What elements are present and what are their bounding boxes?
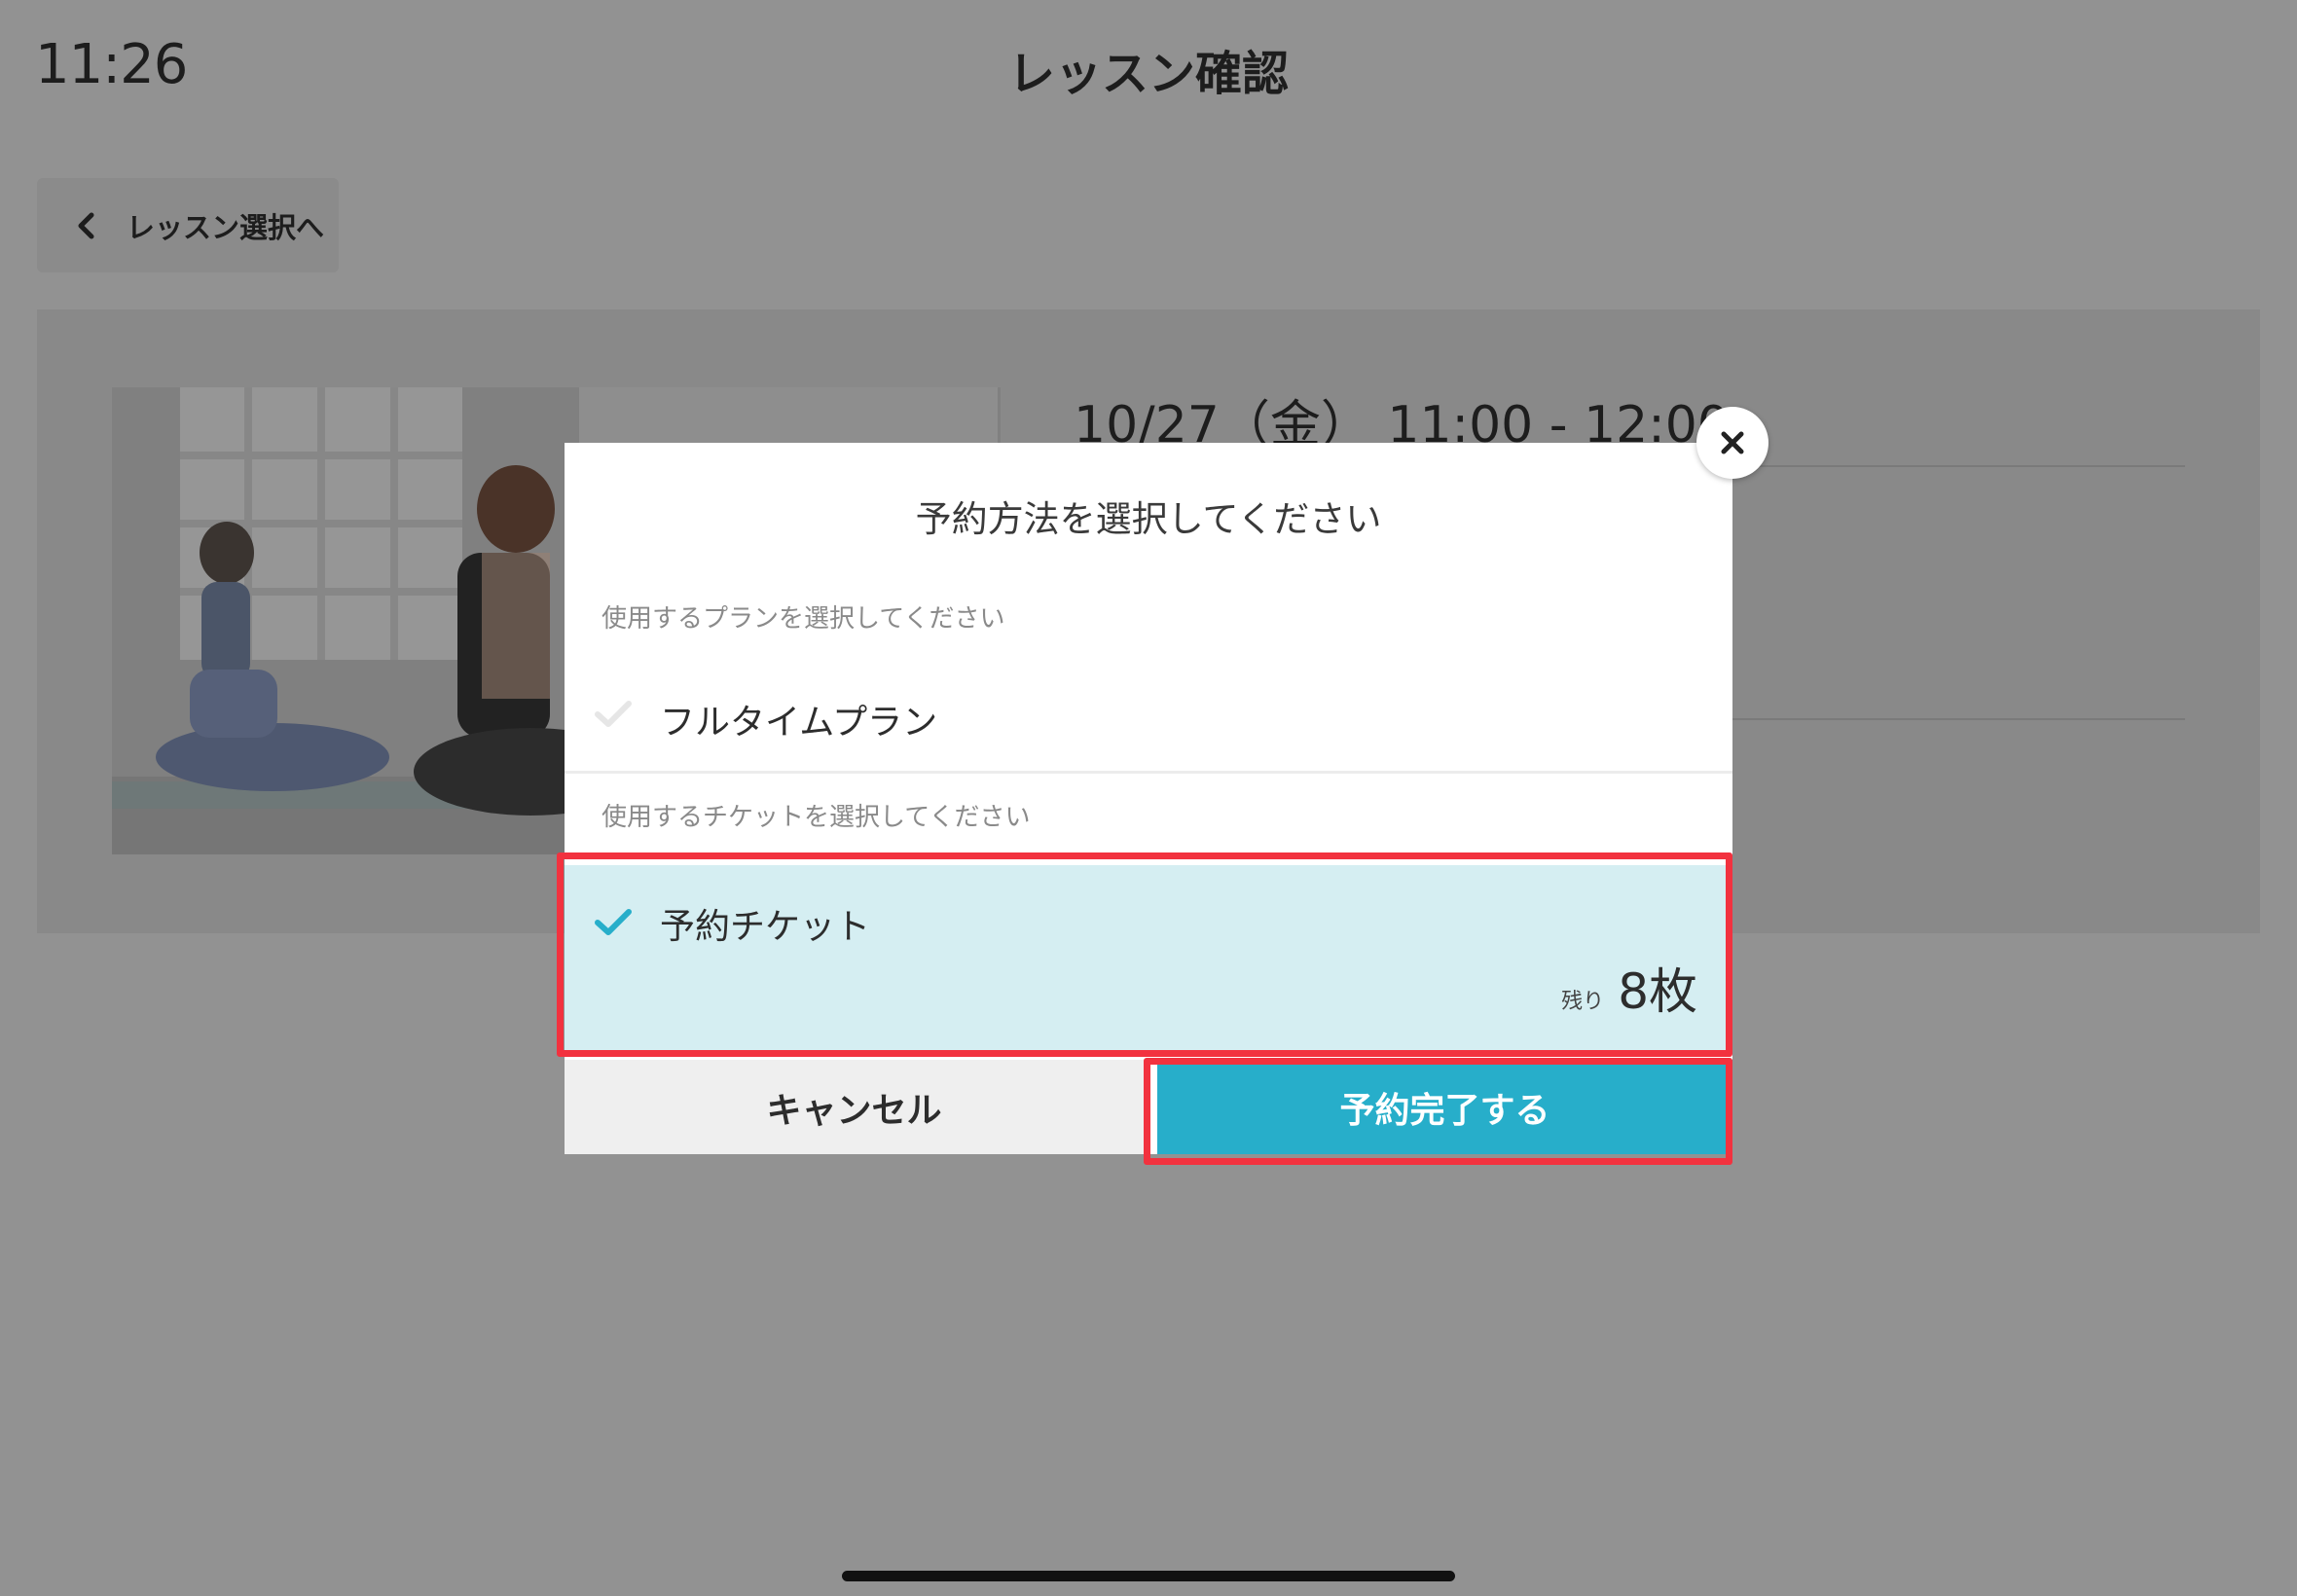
- page-title: レッスン確認: [1007, 47, 1289, 101]
- plan-option-label: フルタイムプラン: [660, 703, 938, 743]
- modal-title: 予約方法を選択してください: [915, 498, 1382, 540]
- back-button-label: レッスン選択へ: [127, 210, 325, 244]
- home-indicator: [842, 1571, 1455, 1581]
- check-icon: [595, 701, 632, 727]
- cancel-button[interactable]: キャンセル: [565, 1060, 1144, 1154]
- close-icon: [1721, 431, 1744, 454]
- plan-section-label: 使用するプランを選択してください: [602, 604, 1005, 634]
- ticket-section-label: 使用するチケットを選択してください: [602, 803, 1031, 832]
- chevron-left-icon: [78, 212, 94, 238]
- section-divider: [565, 771, 1732, 774]
- plan-option-fulltime[interactable]: フルタイムプラン: [565, 659, 1732, 772]
- ticket-highlight-box: [557, 852, 1732, 1057]
- close-modal-button[interactable]: [1696, 407, 1768, 479]
- confirm-highlight-box: [1144, 1058, 1732, 1165]
- back-to-lesson-select-button[interactable]: レッスン選択へ: [37, 178, 339, 272]
